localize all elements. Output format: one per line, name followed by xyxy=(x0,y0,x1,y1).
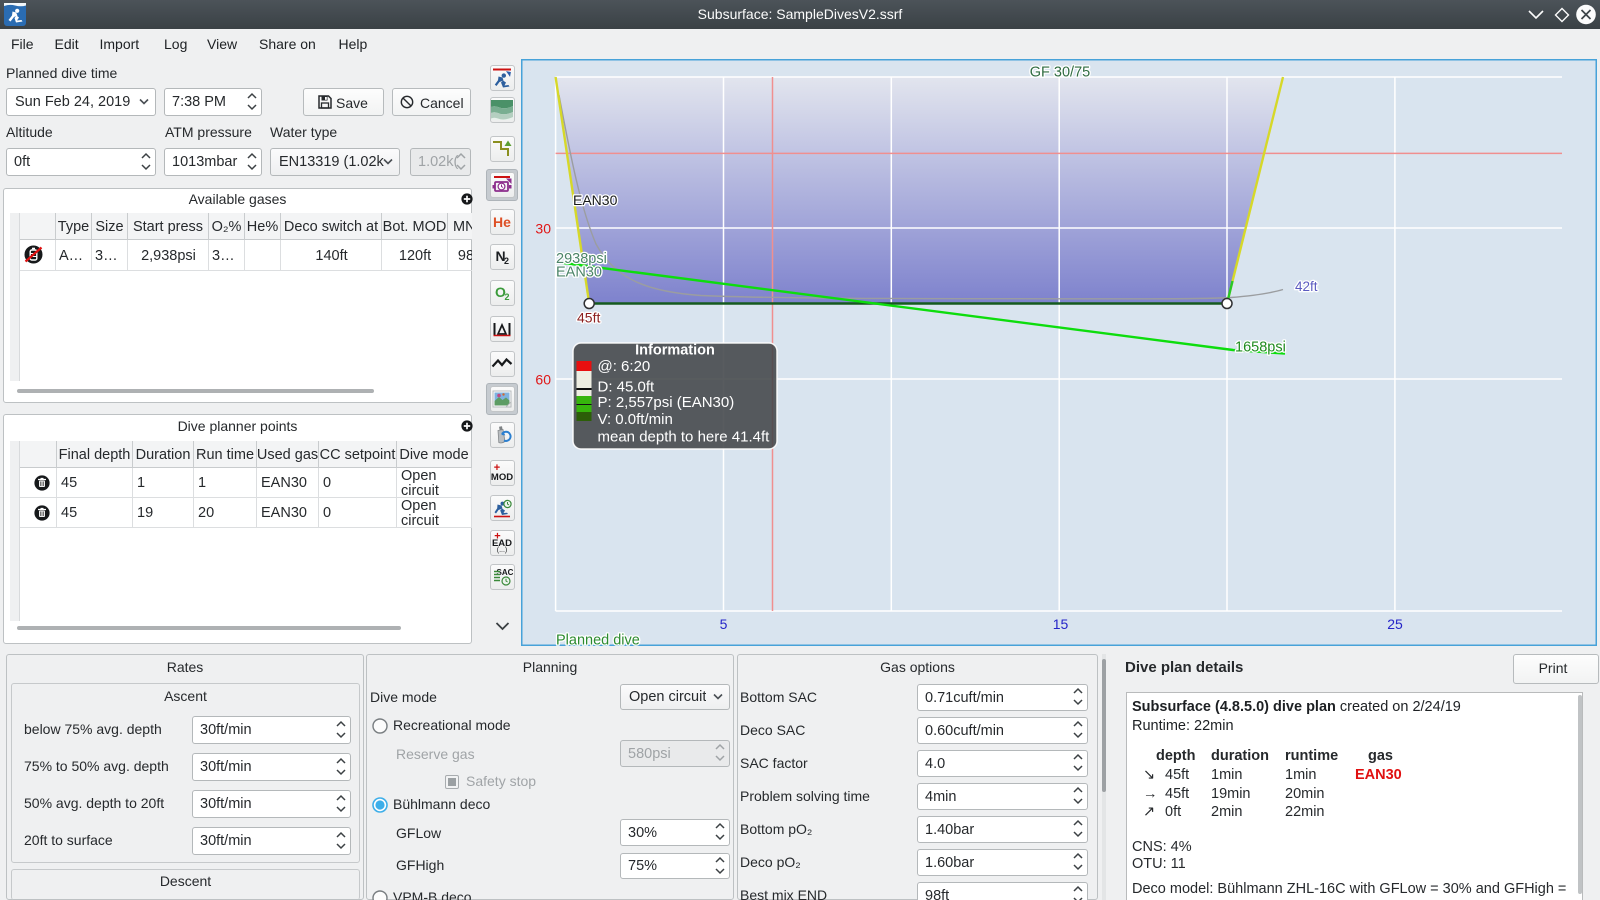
svg-text:EAN30: EAN30 xyxy=(556,265,602,281)
svg-text:Information: Information xyxy=(635,343,715,359)
svg-text:5: 5 xyxy=(720,616,728,632)
svg-text:45ft: 45ft xyxy=(577,310,600,326)
svg-text:2: 2 xyxy=(504,292,509,302)
svg-text:EAN30: EAN30 xyxy=(573,192,618,208)
svg-text:30: 30 xyxy=(535,221,551,237)
svg-text:60: 60 xyxy=(535,372,551,388)
svg-text:He: He xyxy=(493,214,511,230)
svg-text:(...): (...) xyxy=(497,547,508,554)
svg-text:mean depth to here 41.4ft: mean depth to here 41.4ft xyxy=(598,429,771,446)
svg-text:V: 0.0ft/min: V: 0.0ft/min xyxy=(598,411,673,428)
svg-text:2: 2 xyxy=(504,256,509,266)
svg-text:25: 25 xyxy=(1387,616,1403,632)
svg-text:15: 15 xyxy=(1053,616,1069,632)
svg-text:42ft: 42ft xyxy=(1295,279,1318,294)
svg-text:Planned dive: Planned dive xyxy=(556,633,640,649)
svg-text:D: 45.0ft: D: 45.0ft xyxy=(598,379,656,396)
svg-text:1658psi: 1658psi xyxy=(1235,340,1286,356)
svg-text:@: 6:20: @: 6:20 xyxy=(598,358,651,375)
svg-text:SAC: SAC xyxy=(497,568,514,577)
svg-text:MOD: MOD xyxy=(491,472,513,483)
svg-text:GF 30/75: GF 30/75 xyxy=(1030,65,1090,81)
svg-text:P: 2,557psi (EAN30): P: 2,557psi (EAN30) xyxy=(598,394,735,411)
